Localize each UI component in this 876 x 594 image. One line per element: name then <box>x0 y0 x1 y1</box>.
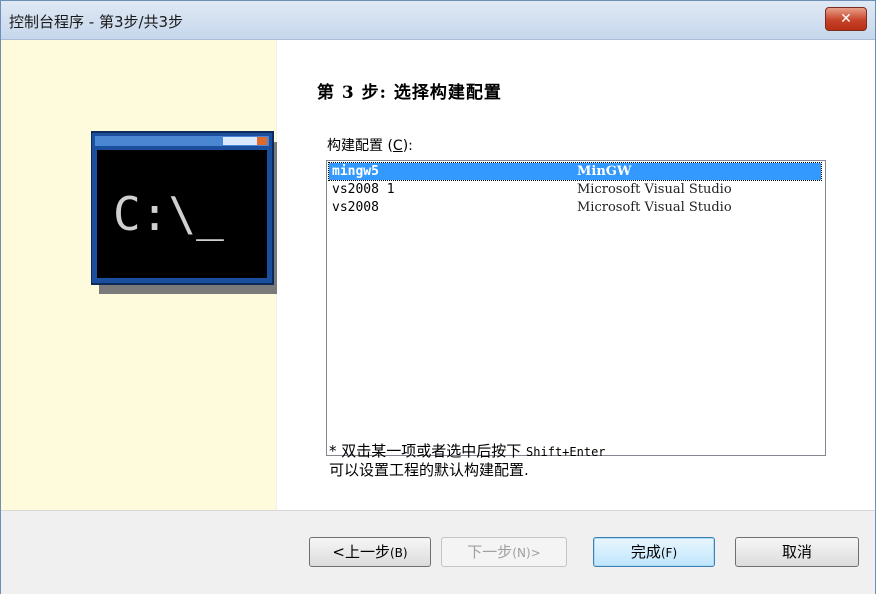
hint-keys: Shift+Enter <box>526 445 606 459</box>
list-item[interactable]: vs2008 Microsoft Visual Studio <box>329 199 821 216</box>
finish-button[interactable]: 完成(F) <box>593 537 715 567</box>
window-title: 控制台程序 - 第3步/共3步 <box>9 13 184 31</box>
console-icon: C:\_ <box>91 131 281 294</box>
close-button[interactable]: ✕ <box>825 7 867 31</box>
config-name: vs2008 <box>332 200 379 215</box>
config-desc: Microsoft Visual Studio <box>577 182 732 197</box>
next-button[interactable]: 下一步(N)> <box>441 537 567 567</box>
config-name: mingw5 <box>332 164 379 179</box>
list-item[interactable]: mingw5 MinGW <box>328 162 822 181</box>
console-prompt-text: C:\_ <box>113 187 224 241</box>
config-desc: Microsoft Visual Studio <box>577 200 732 215</box>
step-title: 第 3 步: 选择构建配置 <box>317 83 502 103</box>
config-accel: C <box>392 138 403 154</box>
config-desc: MinGW <box>577 164 632 179</box>
list-item[interactable]: vs2008 1 Microsoft Visual Studio <box>329 181 821 198</box>
config-listbox[interactable]: mingw5 MinGW vs2008 1 Microsoft Visual S… <box>326 160 826 456</box>
button-bar: <上一步(B) 下一步(N)> 完成(F) 取消 <box>1 510 875 594</box>
close-icon: ✕ <box>840 11 852 27</box>
back-button[interactable]: <上一步(B) <box>309 537 431 567</box>
config-label: 构建配置 (C): <box>327 138 413 154</box>
dialog-window: 控制台程序 - 第3步/共3步 ✕ C:\_ 第 3 步: 选择构建配置 构建配… <box>0 0 876 594</box>
wizard-side-panel: C:\_ <box>1 40 281 510</box>
cancel-button[interactable]: 取消 <box>735 537 859 567</box>
title-bar: 控制台程序 - 第3步/共3步 ✕ <box>1 1 875 40</box>
hint-note: * 双击某一项或者选中后按下 Shift+Enter 可以设置工程的默认构建配置… <box>329 442 606 479</box>
config-name: vs2008 1 <box>332 182 395 197</box>
wizard-content: 第 3 步: 选择构建配置 构建配置 (C): mingw5 MinGW vs2… <box>277 40 875 510</box>
